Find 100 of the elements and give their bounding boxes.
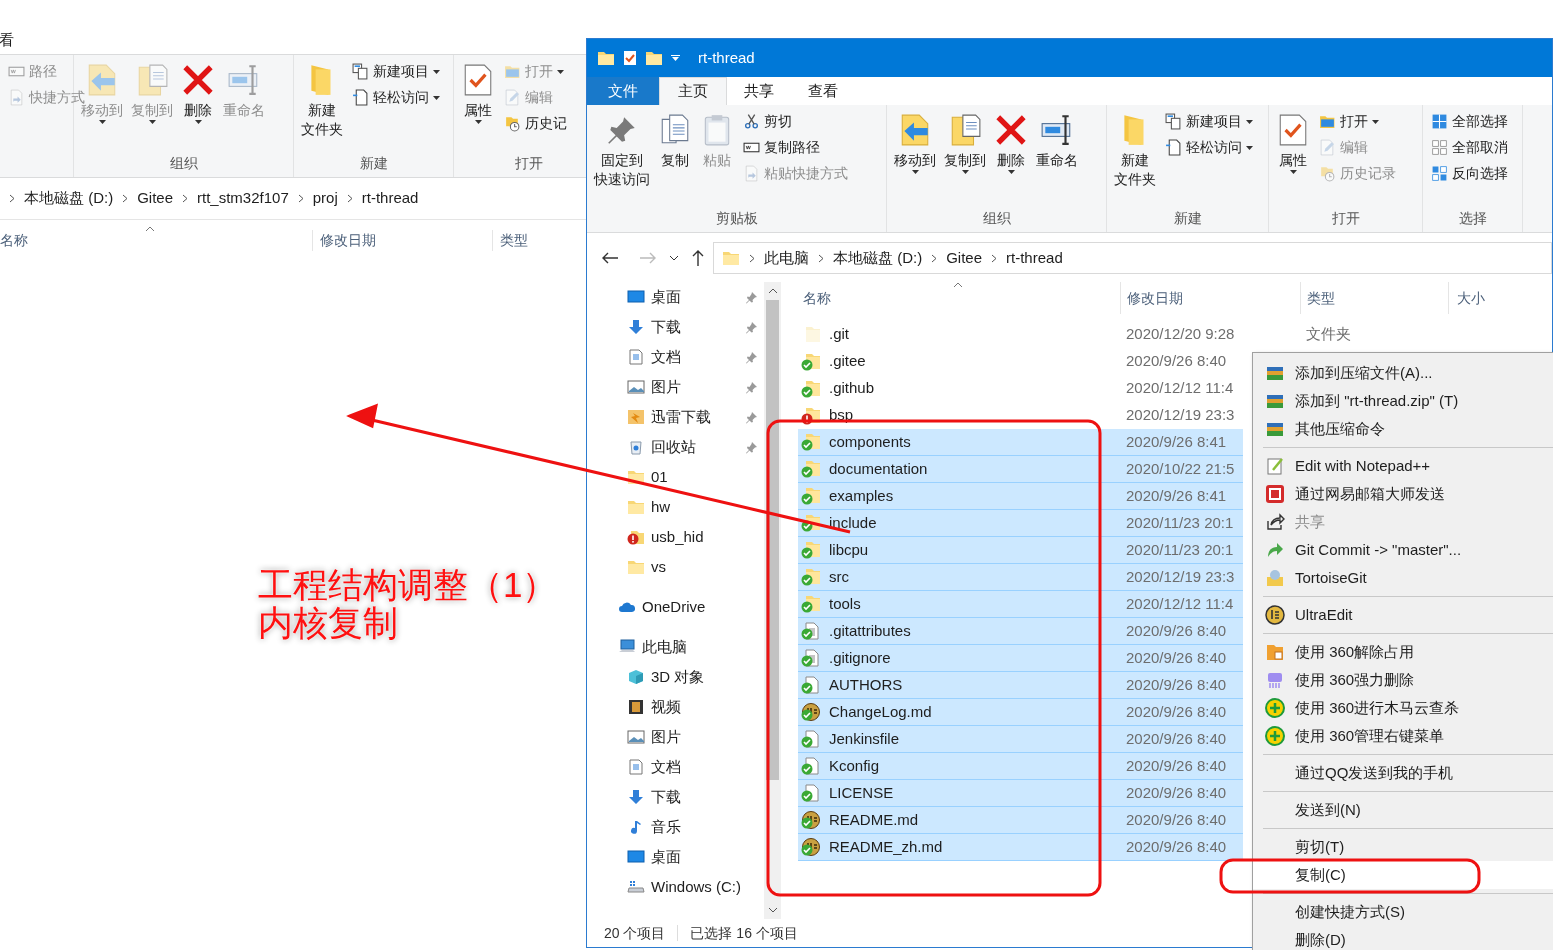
menu-item[interactable]: UltraEdit [1253, 601, 1553, 629]
file-row[interactable]: ChangeLog.md 2020/9/26 8:40 [798, 699, 1243, 726]
ribbon-button[interactable]: 删除 [178, 61, 218, 153]
ribbon-button[interactable]: 历史记 [504, 113, 567, 134]
ribbon-button[interactable]: 新建 文件夹 [1111, 111, 1159, 208]
file-row[interactable]: .gitee 2020/9/26 8:40 [798, 348, 1243, 375]
menu-item[interactable]: 剪切(T) [1253, 833, 1553, 861]
menu-item[interactable]: Edit with Notepad++ [1253, 452, 1553, 480]
ribbon-button[interactable]: 新建 文件夹 [298, 61, 346, 153]
nav-item[interactable]: 图片 [587, 372, 764, 402]
ribbon-button[interactable]: 轻松访问 [352, 87, 440, 108]
menu-item[interactable]: 通过QQ发送到我的手机 [1253, 759, 1553, 787]
scrollbar[interactable] [764, 282, 781, 919]
ribbon-tab[interactable]: 看 [0, 28, 14, 52]
nav-item[interactable]: 视频 [587, 692, 764, 722]
menu-item[interactable]: 删除(D) [1253, 926, 1553, 950]
ribbon-button[interactable]: 打开 [1319, 111, 1396, 132]
breadcrumb-item[interactable]: rtt_stm32f107 [197, 187, 289, 210]
ribbon-button[interactable]: 反向选择 [1431, 163, 1508, 184]
file-row[interactable]: src 2020/12/19 23:3 [798, 564, 1243, 591]
recent-locations-button[interactable] [669, 255, 679, 261]
nav-item[interactable]: 下载 [587, 782, 764, 812]
ribbon-tab[interactable]: 文件 [587, 77, 659, 105]
properties-icon[interactable] [623, 50, 637, 66]
breadcrumb-item[interactable]: proj [312, 187, 338, 210]
breadcrumb-item[interactable]: 此电脑 [764, 246, 809, 270]
file-row[interactable]: components 2020/9/26 8:41 [798, 429, 1243, 456]
ribbon-tab[interactable]: 主页 [659, 77, 727, 105]
file-row[interactable]: examples 2020/9/26 8:41 [798, 483, 1243, 510]
nav-item[interactable]: 回收站 [587, 432, 764, 462]
address-bar[interactable]: 此电脑 本地磁盘 (D:) Gitee rt-thread [713, 242, 1552, 274]
menu-item[interactable]: 复制(C) [1253, 861, 1553, 889]
column-header[interactable]: 修改日期 [1120, 282, 1300, 314]
ribbon-button[interactable]: 移动到 [891, 111, 939, 208]
ribbon-button[interactable]: 剪切 [743, 111, 848, 132]
file-row[interactable]: include 2020/11/23 20:1 [798, 510, 1243, 537]
nav-item[interactable]: 音乐 [587, 812, 764, 842]
ribbon-tab[interactable]: 查看 [791, 77, 855, 105]
ribbon-button[interactable]: 固定到 快速访问 [591, 111, 653, 208]
file-row[interactable]: bsp 2020/12/19 23:3 [798, 402, 1243, 429]
menu-item[interactable]: 使用 360进行木马云查杀 [1253, 694, 1553, 722]
back-button[interactable] [601, 251, 619, 265]
nav-item[interactable]: usb_hid [587, 522, 764, 552]
nav-item[interactable]: 桌面 [587, 842, 764, 872]
file-row[interactable]: Jenkinsfile 2020/9/26 8:40 [798, 726, 1243, 753]
menu-item[interactable]: 其他压缩命令 [1253, 415, 1553, 443]
ribbon-button[interactable]: 属性 [458, 61, 498, 153]
file-row[interactable]: AUTHORS 2020/9/26 8:40 [798, 672, 1243, 699]
nav-item[interactable]: 迅雷下载 [587, 402, 764, 432]
file-row[interactable]: documentation 2020/10/22 21:5 [798, 456, 1243, 483]
file-row[interactable]: .github 2020/12/12 11:4 [798, 375, 1243, 402]
column-header[interactable]: 名称 [0, 229, 312, 251]
menu-item[interactable]: 使用 360解除占用 [1253, 638, 1553, 666]
file-row[interactable]: .gitattributes 2020/9/26 8:40 [798, 618, 1243, 645]
ribbon-button[interactable]: 全部选择 [1431, 111, 1508, 132]
file-row[interactable]: libcpu 2020/11/23 20:1 [798, 537, 1243, 564]
ribbon-button[interactable]: 属性 [1273, 111, 1313, 208]
scroll-down-icon[interactable] [767, 907, 778, 913]
ribbon-button[interactable]: 新建项目 [352, 61, 440, 82]
ribbon-button[interactable]: 复制路径 [743, 137, 848, 158]
ribbon-tab[interactable]: 共享 [727, 77, 791, 105]
nav-item[interactable]: 图片 [587, 722, 764, 752]
file-row[interactable]: LICENSE 2020/9/26 8:40 [798, 780, 1243, 807]
ribbon-button[interactable]: 新建项目 [1165, 111, 1253, 132]
menu-item[interactable]: 通过网易邮箱大师发送 [1253, 480, 1553, 508]
nav-item[interactable]: hw [587, 492, 764, 522]
ribbon-button[interactable]: 轻松访问 [1165, 137, 1253, 158]
nav-item[interactable]: 文档 [587, 342, 764, 372]
file-row[interactable]: README.md 2020/9/26 8:40 [798, 807, 1243, 834]
nav-item[interactable]: 3D 对象 [587, 662, 764, 692]
ribbon-button[interactable]: 全部取消 [1431, 137, 1508, 158]
breadcrumb-item[interactable]: rt-thread [361, 187, 419, 210]
menu-item[interactable]: 添加到 "rt-thread.zip" (T) [1253, 387, 1553, 415]
breadcrumb-item[interactable]: 本地磁盘 (D:) [24, 187, 114, 210]
menu-item[interactable]: 发送到(N) [1253, 796, 1553, 824]
breadcrumb-item[interactable]: rt-thread [1006, 246, 1063, 270]
breadcrumb-item[interactable]: Gitee [946, 246, 983, 270]
scroll-up-icon[interactable] [767, 288, 778, 294]
nav-item[interactable]: vs [587, 552, 764, 582]
menu-item[interactable]: 使用 360管理右键菜单 [1253, 722, 1553, 750]
ribbon-button[interactable]: 重命名 [1033, 111, 1081, 208]
nav-item[interactable]: OneDrive [587, 592, 764, 622]
nav-item[interactable]: 文档 [587, 752, 764, 782]
nav-item[interactable]: Windows (C:) [587, 872, 764, 902]
column-header[interactable]: 名称 [798, 282, 1120, 314]
breadcrumb-item[interactable]: Gitee [137, 187, 174, 210]
file-row[interactable]: README_zh.md 2020/9/26 8:40 [798, 834, 1243, 861]
file-row[interactable]: .gitignore 2020/9/26 8:40 [798, 645, 1243, 672]
caret-icon[interactable] [671, 55, 680, 61]
ribbon-button[interactable]: 复制 [655, 111, 695, 208]
file-row[interactable]: tools 2020/12/12 11:4 [798, 591, 1243, 618]
column-header[interactable]: 大小 [1448, 282, 1485, 314]
ribbon-button[interactable]: 复制到 [941, 111, 989, 208]
nav-item[interactable]: 下载 [587, 312, 764, 342]
menu-item[interactable]: 创建快捷方式(S) [1253, 898, 1553, 926]
column-header[interactable]: 类型 [1300, 282, 1448, 314]
column-header[interactable]: 修改日期 [312, 229, 492, 251]
menu-item[interactable]: Git Commit -> "master"... [1253, 536, 1553, 564]
ribbon-button[interactable]: 删除 [991, 111, 1031, 208]
nav-item[interactable]: 桌面 [587, 282, 764, 312]
